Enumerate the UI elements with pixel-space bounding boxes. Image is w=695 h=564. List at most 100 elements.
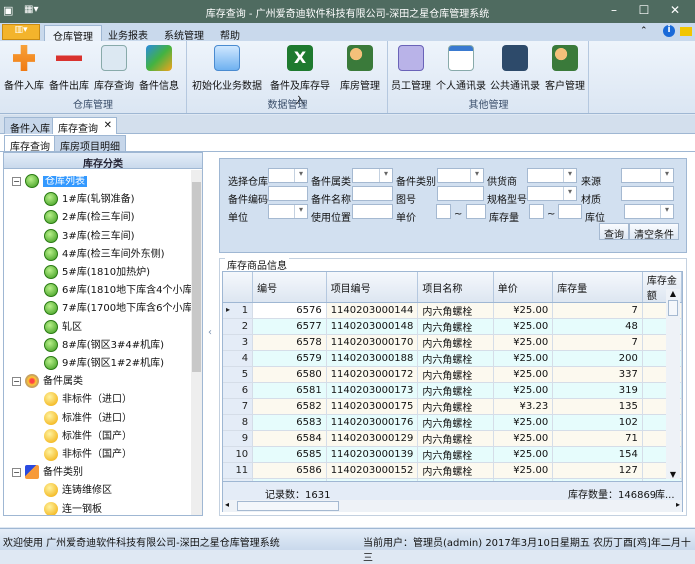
table-cell[interactable]: 内六角螺栓	[417, 430, 494, 447]
table-cell[interactable]: 11	[223, 462, 254, 479]
col-header[interactable]: 编号	[252, 272, 327, 303]
inner-tab-query[interactable]: 库存查询	[4, 135, 56, 153]
table-cell[interactable]: 内六角螺栓	[417, 350, 494, 367]
stock-out-button[interactable]: 备件出库	[48, 45, 90, 92]
table-cell[interactable]: 127	[552, 462, 643, 479]
table-cell[interactable]: 1140203000188	[326, 350, 419, 367]
doc-tab-stock-query[interactable]: 库存查询 ✕	[52, 117, 117, 135]
col-header[interactable]: 单价	[493, 272, 554, 303]
tree-node[interactable]: 5#库(1810加热炉)	[44, 263, 150, 281]
table-cell[interactable]: 48	[552, 318, 643, 335]
table-row[interactable]: 11 6586 1140203000152 内六角螺栓 ¥25.00 127	[223, 462, 682, 479]
tree-node[interactable]: 2#库(检三车间)	[44, 208, 135, 226]
table-cell[interactable]: 1140203000172	[326, 366, 419, 383]
table-cell[interactable]: 6584	[252, 430, 327, 447]
table-row[interactable]: 9 6584 1140203000129 内六角螺栓 ¥25.00 71	[223, 430, 682, 447]
unit-select[interactable]	[268, 204, 308, 219]
collapse-icon[interactable]: −	[12, 376, 21, 386]
collapse-icon[interactable]: −	[12, 467, 21, 477]
table-cell[interactable]: 7	[552, 334, 643, 351]
tree-node[interactable]: 连铸维修区	[44, 481, 112, 499]
material-input[interactable]	[621, 186, 674, 201]
table-cell[interactable]: 3	[223, 334, 254, 351]
app-menu-button[interactable]: ▥▾	[2, 24, 40, 40]
table-cell[interactable]: 6579	[252, 350, 327, 367]
table-row[interactable]: 4 6579 1140203000188 内六角螺栓 ¥25.00 200	[223, 350, 682, 367]
table-cell[interactable]: 102	[552, 414, 643, 431]
table-cell[interactable]: 1140203000129	[326, 430, 419, 447]
grid-vertical-scrollbar[interactable]: ▲ ▼	[666, 289, 680, 479]
table-cell[interactable]: ¥25.00	[493, 334, 554, 351]
table-cell[interactable]: 6585	[252, 446, 327, 463]
table-cell[interactable]: 内六角螺栓	[417, 462, 494, 479]
table-cell[interactable]: 内六角螺栓	[417, 366, 494, 383]
table-cell[interactable]: ¥25.00	[493, 446, 554, 463]
close-tab-icon[interactable]: ✕	[104, 120, 112, 131]
table-cell[interactable]: 6581	[252, 382, 327, 399]
spec-select[interactable]	[527, 186, 577, 201]
table-cell[interactable]: 2	[223, 318, 254, 335]
tree-node[interactable]: 轧区	[44, 318, 82, 336]
stock-query-button[interactable]: 库存查询	[93, 45, 135, 92]
table-cell[interactable]: 7	[223, 398, 254, 415]
price-min-input[interactable]	[436, 204, 451, 219]
warehouse-manage-button[interactable]: 库房管理	[337, 45, 383, 92]
col-header[interactable]: 项目编号	[326, 272, 419, 303]
personal-contacts-button[interactable]: 个人通讯录	[435, 45, 487, 92]
table-cell[interactable]: 337	[552, 366, 643, 383]
table-cell[interactable]: ¥25.00	[493, 462, 554, 479]
table-cell[interactable]: 内六角螺栓	[417, 414, 494, 431]
tree-node[interactable]: 6#库(1810地下库含4个小库)	[44, 281, 196, 299]
table-cell[interactable]: ¥25.00	[493, 366, 554, 383]
name-input[interactable]	[352, 186, 393, 201]
table-cell[interactable]: ¥25.00	[493, 318, 554, 335]
table-cell[interactable]: 5	[223, 366, 254, 383]
table-cell[interactable]: ¥3.23	[493, 398, 554, 415]
table-row[interactable]: 7 6582 1140203000175 内六角螺栓 ¥3.23 135	[223, 398, 682, 415]
table-cell[interactable]: 135	[552, 398, 643, 415]
price-max-input[interactable]	[466, 204, 486, 219]
minimize-button[interactable]: –	[602, 3, 626, 17]
tree-node[interactable]: 4#库(检三车间外东侧)	[44, 245, 165, 263]
table-row[interactable]: ▸ 1 6576 1140203000144 内六角螺栓 ¥25.00 7	[223, 302, 682, 319]
table-row[interactable]: 2 6577 1140203000148 内六角螺栓 ¥25.00 48	[223, 318, 682, 335]
close-button[interactable]: ✕	[663, 3, 687, 17]
stock-in-button[interactable]: 备件入库	[3, 45, 45, 92]
tree-node[interactable]: 3#库(检三车间)	[44, 227, 135, 245]
table-cell[interactable]: ¥25.00	[493, 302, 554, 319]
table-row[interactable]: 5 6580 1140203000172 内六角螺栓 ¥25.00 337	[223, 366, 682, 383]
code-input[interactable]	[268, 186, 308, 201]
ribbon-tab-system[interactable]: 系统管理	[156, 25, 212, 42]
drawing-input[interactable]	[437, 186, 484, 201]
table-cell[interactable]: 6	[223, 382, 254, 399]
collapse-ribbon-icon[interactable]: ⌃	[640, 26, 648, 36]
location-input[interactable]	[352, 204, 393, 219]
tree-node[interactable]: 8#库(钢区3#4#机库)	[44, 336, 164, 354]
doc-tab-stock-in[interactable]: 备件入库	[4, 117, 56, 135]
collapse-icon[interactable]: −	[12, 176, 21, 186]
table-cell[interactable]: 71	[552, 430, 643, 447]
splitter[interactable]: ‹	[205, 152, 215, 516]
table-cell[interactable]: 7	[552, 302, 643, 319]
table-cell[interactable]: 1140203000152	[326, 462, 419, 479]
tree-node[interactable]: − 备件属类	[12, 372, 83, 390]
table-cell[interactable]: ¥25.00	[493, 382, 554, 399]
table-cell[interactable]: 8	[223, 414, 254, 431]
ribbon-tab-warehouse[interactable]: 仓库管理	[44, 25, 102, 43]
table-cell[interactable]: 1140203000148	[326, 318, 419, 335]
table-cell[interactable]: 内六角螺栓	[417, 318, 494, 335]
type-select[interactable]	[437, 168, 484, 183]
category-select[interactable]	[352, 168, 393, 183]
tree-node[interactable]: − 仓库列表	[12, 172, 87, 190]
maximize-button[interactable]: ☐	[632, 3, 656, 17]
clear-button[interactable]: 清空条件	[629, 223, 679, 241]
table-cell[interactable]: 内六角螺栓	[417, 446, 494, 463]
table-cell[interactable]: 319	[552, 382, 643, 399]
table-cell[interactable]: 6582	[252, 398, 327, 415]
table-cell[interactable]: ▸ 1	[223, 302, 254, 319]
table-cell[interactable]: 内六角螺栓	[417, 398, 494, 415]
mail-icon[interactable]	[680, 27, 692, 36]
table-cell[interactable]: 6576	[252, 302, 327, 319]
table-cell[interactable]: 200	[552, 350, 643, 367]
table-cell[interactable]: 6580	[252, 366, 327, 383]
